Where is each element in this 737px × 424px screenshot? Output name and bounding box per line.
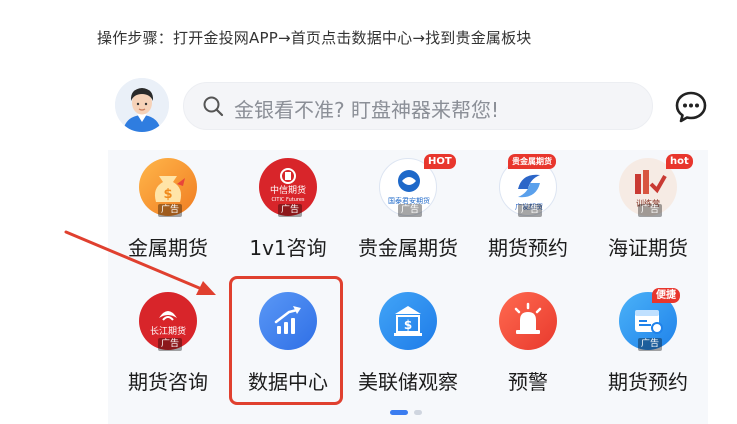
svg-text:长江期货: 长江期货 — [150, 325, 186, 337]
svg-text:$: $ — [404, 318, 412, 332]
grid-item-label: 海证期货 — [608, 236, 688, 260]
grid-item-label: 预警 — [508, 370, 548, 394]
grid-item-haizheng-futures[interactable]: 训练营 hot 广告 海证期货 — [588, 152, 708, 272]
top-bar: 金银看不准? 盯盘神器来帮您! — [108, 76, 708, 138]
grid-item-futures-appointment[interactable]: 广发期货 贵金属期货 广告 期货预约 — [468, 152, 588, 272]
grid-item-futures-appointment-2[interactable]: 便捷 广告 期货预约 — [588, 286, 708, 406]
ad-tag: 广告 — [398, 204, 423, 217]
search-icon — [203, 96, 224, 117]
grid-item-1v1-consult[interactable]: 中信期货 CITIC Futures 广告 1v1咨询 — [228, 152, 348, 272]
function-grid: $ 广告 金属期货 中信期货 CITIC Futures 广告 1v1咨询 国泰… — [108, 150, 708, 424]
hot-badge: hot — [666, 154, 693, 169]
page-indicator — [390, 410, 430, 416]
ad-tag: 广告 — [158, 204, 183, 217]
ad-tag: 广告 — [638, 204, 663, 217]
svg-text:$: $ — [163, 187, 172, 202]
svg-text:中信期货: 中信期货 — [270, 184, 306, 196]
highlight-box — [229, 276, 343, 405]
grid-item-label: 美联储观察 — [358, 370, 458, 394]
search-placeholder: 金银看不准? 盯盘神器来帮您! — [234, 98, 499, 122]
grid-item-label: 期货咨询 — [128, 370, 208, 394]
grid-item-label: 金属期货 — [128, 236, 208, 260]
ad-tag: 广告 — [518, 204, 543, 217]
avatar[interactable] — [115, 78, 169, 132]
grid-item-label: 贵金属期货 — [358, 236, 458, 260]
search-input[interactable]: 金银看不准? 盯盘神器来帮您! — [183, 82, 653, 130]
svg-text:CITIC Futures: CITIC Futures — [271, 197, 304, 203]
precious-metal-badge: 贵金属期货 — [508, 154, 556, 169]
chat-icon[interactable] — [674, 90, 708, 124]
ad-tag: 广告 — [638, 338, 663, 351]
convenient-badge: 便捷 — [652, 288, 680, 303]
grid-item-label: 期货预约 — [488, 236, 568, 260]
grid-item-precious-metal-futures[interactable]: 国泰君安期货 HOT 广告 贵金属期货 — [348, 152, 468, 272]
grid-item-metal-futures[interactable]: $ 广告 金属期货 — [108, 152, 228, 272]
hot-badge: HOT — [424, 154, 456, 169]
pager-dot-active[interactable] — [390, 410, 408, 415]
grid-item-label: 期货预约 — [608, 370, 688, 394]
grid-item-alert[interactable]: 预警 — [468, 286, 588, 406]
instruction-text: 操作步骤：打开金投网APP→首页点击数据中心→找到贵金属板块 — [97, 29, 532, 47]
ad-tag: 广告 — [158, 338, 183, 351]
grid-item-label: 1v1咨询 — [249, 236, 327, 260]
grid-item-fed-watch[interactable]: $ 美联储观察 — [348, 286, 468, 406]
ad-tag: 广告 — [278, 204, 303, 217]
pager-dot[interactable] — [414, 410, 422, 415]
alarm-siren-icon — [499, 292, 557, 350]
bank-building-icon: $ — [379, 292, 437, 350]
grid-item-futures-consult[interactable]: 长江期货 广告 期货咨询 — [108, 286, 228, 406]
